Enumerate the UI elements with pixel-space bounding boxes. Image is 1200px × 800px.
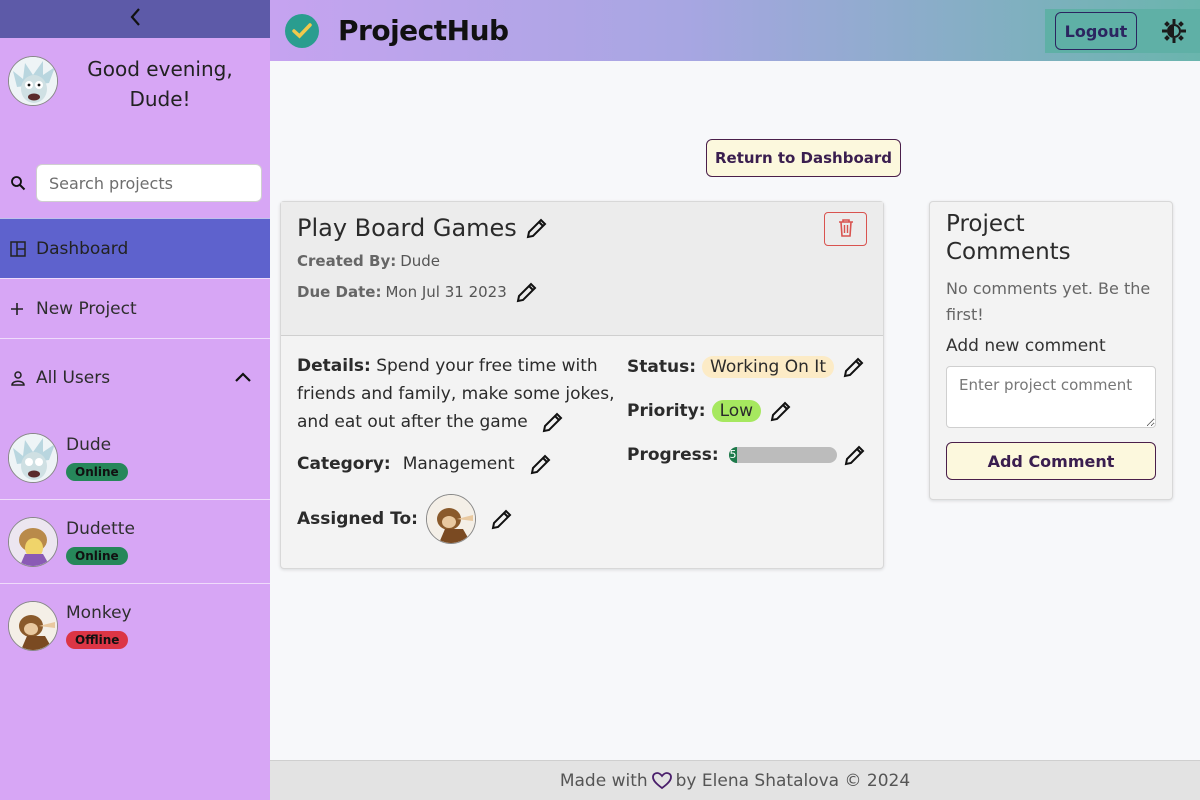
all-users-toggle[interactable]: All Users [0,338,270,416]
details-block: Details: Spend your free time with frien… [297,352,627,436]
top-header: ProjectHub Logout [270,0,1200,61]
sidebar-item-dashboard[interactable]: Dashboard [0,218,270,278]
search-input[interactable] [36,164,262,202]
avatar [8,432,58,483]
status-label: Status: [627,357,696,377]
details-label: Details: [297,356,371,376]
search-bar [0,164,270,202]
sidebar-nav: Dashboard New Project All Users Dude Onl… [0,218,270,668]
logout-button[interactable]: Logout [1055,12,1137,50]
priority-badge: Low [711,400,762,422]
avatar [8,516,58,567]
edit-category-pencil-icon[interactable] [529,452,553,476]
add-comment-label: Add new comment [946,336,1106,356]
edit-progress-pencil-icon[interactable] [843,443,867,467]
category-label: Category: [297,454,391,474]
all-users-label: All Users [36,367,111,388]
chevron-up-icon [234,368,252,388]
user-name: Dude [66,434,112,455]
avatar [8,601,58,651]
sidebar: Good evening, Dude! Dashboard New Projec… [0,0,270,800]
progress-label: Progress: [627,445,719,465]
comments-panel: Project Comments No comments yet. Be the… [929,201,1173,500]
created-by-value: Dude [400,252,441,270]
category-value: Management [402,454,515,474]
chevron-left-icon [129,7,141,31]
plus-icon [10,302,28,316]
check-logo-icon [285,13,319,48]
assigned-label: Assigned To: [297,509,418,529]
due-date-row: Due Date: Mon Jul 31 2023 [297,280,867,304]
edit-priority-pencil-icon[interactable] [769,399,793,423]
trash-icon [838,218,854,241]
user-list-item[interactable]: Dudette Online [0,500,270,584]
created-by-row: Created By: Dude [297,252,867,270]
add-comment-button[interactable]: Add Comment [946,442,1156,480]
user-list-item[interactable]: Monkey Offline [0,584,270,668]
project-title-row: Play Board Games [297,214,867,242]
edit-title-pencil-icon[interactable] [525,216,549,240]
heart-icon [651,771,672,790]
edit-details-pencil-icon[interactable] [541,410,565,434]
project-card-header: Play Board Games Created By: Dude Due Da… [281,202,883,336]
theme-toggle-icon[interactable] [1161,18,1187,44]
sidebar-item-label: New Project [36,298,137,319]
sidebar-item-new-project[interactable]: New Project [0,278,270,338]
comment-input[interactable] [946,366,1156,428]
project-attributes: Status: Working On It Priority: Low Prog… [627,352,867,484]
priority-label: Priority: [627,401,706,421]
edit-status-pencil-icon[interactable] [842,355,866,379]
created-by-label: Created By: [297,252,397,270]
dashboard-icon [10,240,28,257]
no-comments-text: No comments yet. Be the first! [946,279,1151,324]
footer: Made with by Elena Shatalova © 2024 [270,760,1200,800]
due-date-value: Mon Jul 31 2023 [385,283,507,301]
project-title: Play Board Games [297,214,517,242]
header-actions: Logout [1045,9,1200,53]
delete-project-button[interactable] [824,212,867,246]
status-badge: Online [66,462,128,481]
edit-due-date-pencil-icon[interactable] [515,280,539,304]
project-card-body: Details: Spend your free time with frien… [281,336,883,560]
user-list-item[interactable]: Dude Online [0,416,270,500]
progress-fill: 5 [728,447,738,463]
progress-bar: 5 [728,447,837,463]
status-badge: Online [66,546,128,565]
footer-author: by Elena Shatalova © 2024 [675,770,911,791]
user-name: Dudette [66,518,135,539]
greeting-section: Good evening, Dude! [0,38,270,166]
sidebar-item-label: Dashboard [36,238,129,259]
status-row: Status: Working On It [627,352,867,382]
progress-row: Progress: 5 [627,440,867,470]
assigned-row: Assigned To: [297,494,867,544]
avatar [8,56,58,106]
status-badge: Working On It [702,356,834,378]
project-card: Play Board Games Created By: Dude Due Da… [280,201,884,569]
status-badge: Offline [66,631,129,649]
edit-assignee-pencil-icon[interactable] [490,507,514,531]
footer-made-with: Made with [559,770,648,791]
user-name: Monkey [66,603,132,623]
collapse-sidebar-button[interactable] [0,0,270,38]
priority-row: Priority: Low [627,396,867,426]
return-to-dashboard-button[interactable]: Return to Dashboard [706,139,901,177]
search-icon [10,175,28,191]
due-date-label: Due Date: [297,283,382,301]
avatar [425,494,476,544]
comments-title: Project Comments [946,211,1071,265]
user-icon [10,370,28,386]
greeting-text: Good evening, Dude! [87,57,233,111]
brand-title: ProjectHub [338,14,509,47]
